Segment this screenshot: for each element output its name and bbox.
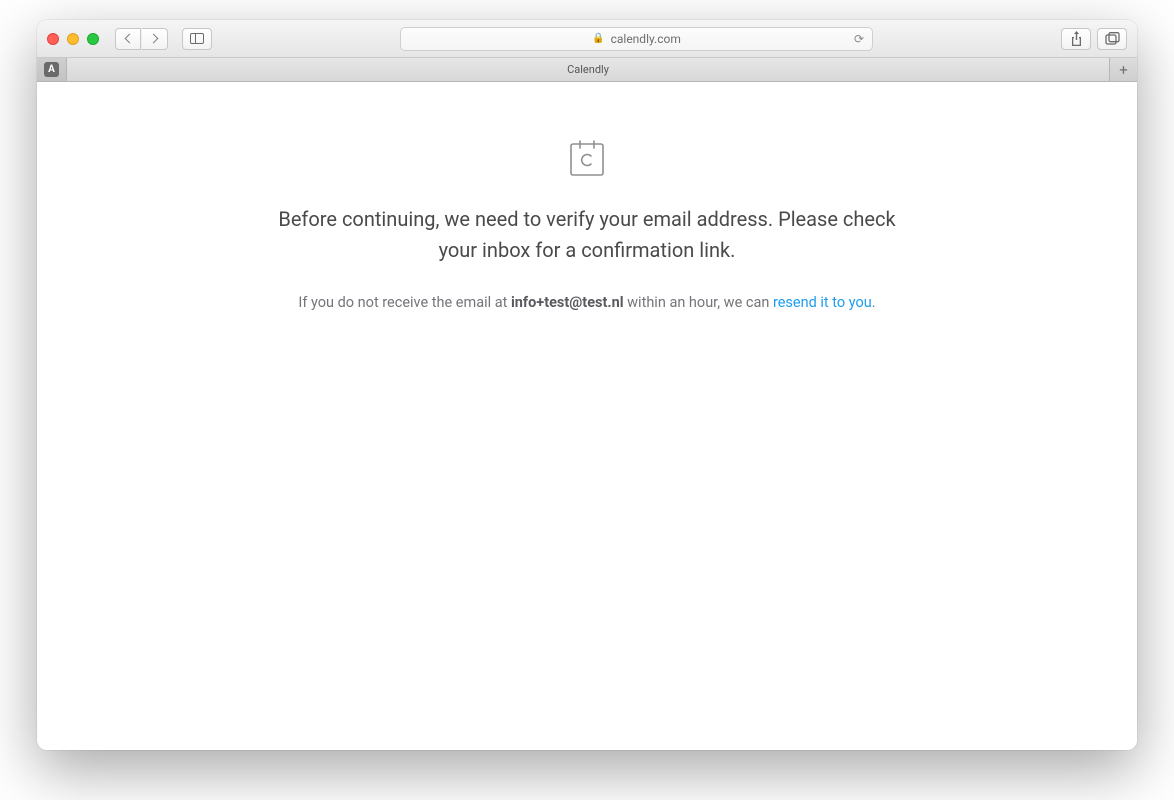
subline-prefix: If you do not receive the email at xyxy=(298,294,511,311)
pinned-tab[interactable]: A xyxy=(37,58,67,81)
chevron-left-icon xyxy=(124,34,134,44)
pinned-tab-favicon: A xyxy=(44,62,59,77)
show-tabs-button[interactable] xyxy=(1097,28,1127,50)
tab-title: Calendly xyxy=(567,63,609,76)
browser-window: 🔒 calendly.com ⟳ A Calendly xyxy=(37,20,1137,750)
verify-subline: If you do not receive the email at info+… xyxy=(298,294,875,311)
sidebar-toggle-button[interactable] xyxy=(182,28,212,50)
back-button[interactable] xyxy=(115,28,141,50)
new-tab-button[interactable]: + xyxy=(1109,58,1137,81)
share-icon xyxy=(1070,31,1083,46)
resend-link[interactable]: resend it to you xyxy=(773,294,872,311)
url-host: calendly.com xyxy=(611,32,681,46)
nav-buttons xyxy=(115,28,168,50)
right-toolbar xyxy=(1061,28,1127,50)
window-controls xyxy=(47,33,99,45)
share-button[interactable] xyxy=(1061,28,1091,50)
subline-suffix: . xyxy=(872,294,876,311)
user-email: info+test@test.nl xyxy=(511,294,624,311)
page-content: Before continuing, we need to verify you… xyxy=(37,82,1137,750)
tab-bar: A Calendly + xyxy=(37,58,1137,82)
fullscreen-window-button[interactable] xyxy=(87,33,99,45)
reload-button[interactable]: ⟳ xyxy=(854,32,864,46)
calendar-icon xyxy=(569,139,605,177)
calendly-logo xyxy=(569,140,605,176)
subline-mid: within an hour, we can xyxy=(624,294,773,311)
tabs-icon xyxy=(1105,32,1120,45)
address-bar[interactable]: 🔒 calendly.com ⟳ xyxy=(400,27,873,51)
lock-icon: 🔒 xyxy=(592,33,604,44)
minimize-window-button[interactable] xyxy=(67,33,79,45)
chevron-right-icon xyxy=(149,34,159,44)
verify-headline: Before continuing, we need to verify you… xyxy=(272,204,902,266)
forward-button[interactable] xyxy=(142,28,168,50)
sidebar-icon xyxy=(190,33,204,44)
close-window-button[interactable] xyxy=(47,33,59,45)
titlebar: 🔒 calendly.com ⟳ xyxy=(37,20,1137,58)
active-tab[interactable]: Calendly xyxy=(67,58,1109,81)
